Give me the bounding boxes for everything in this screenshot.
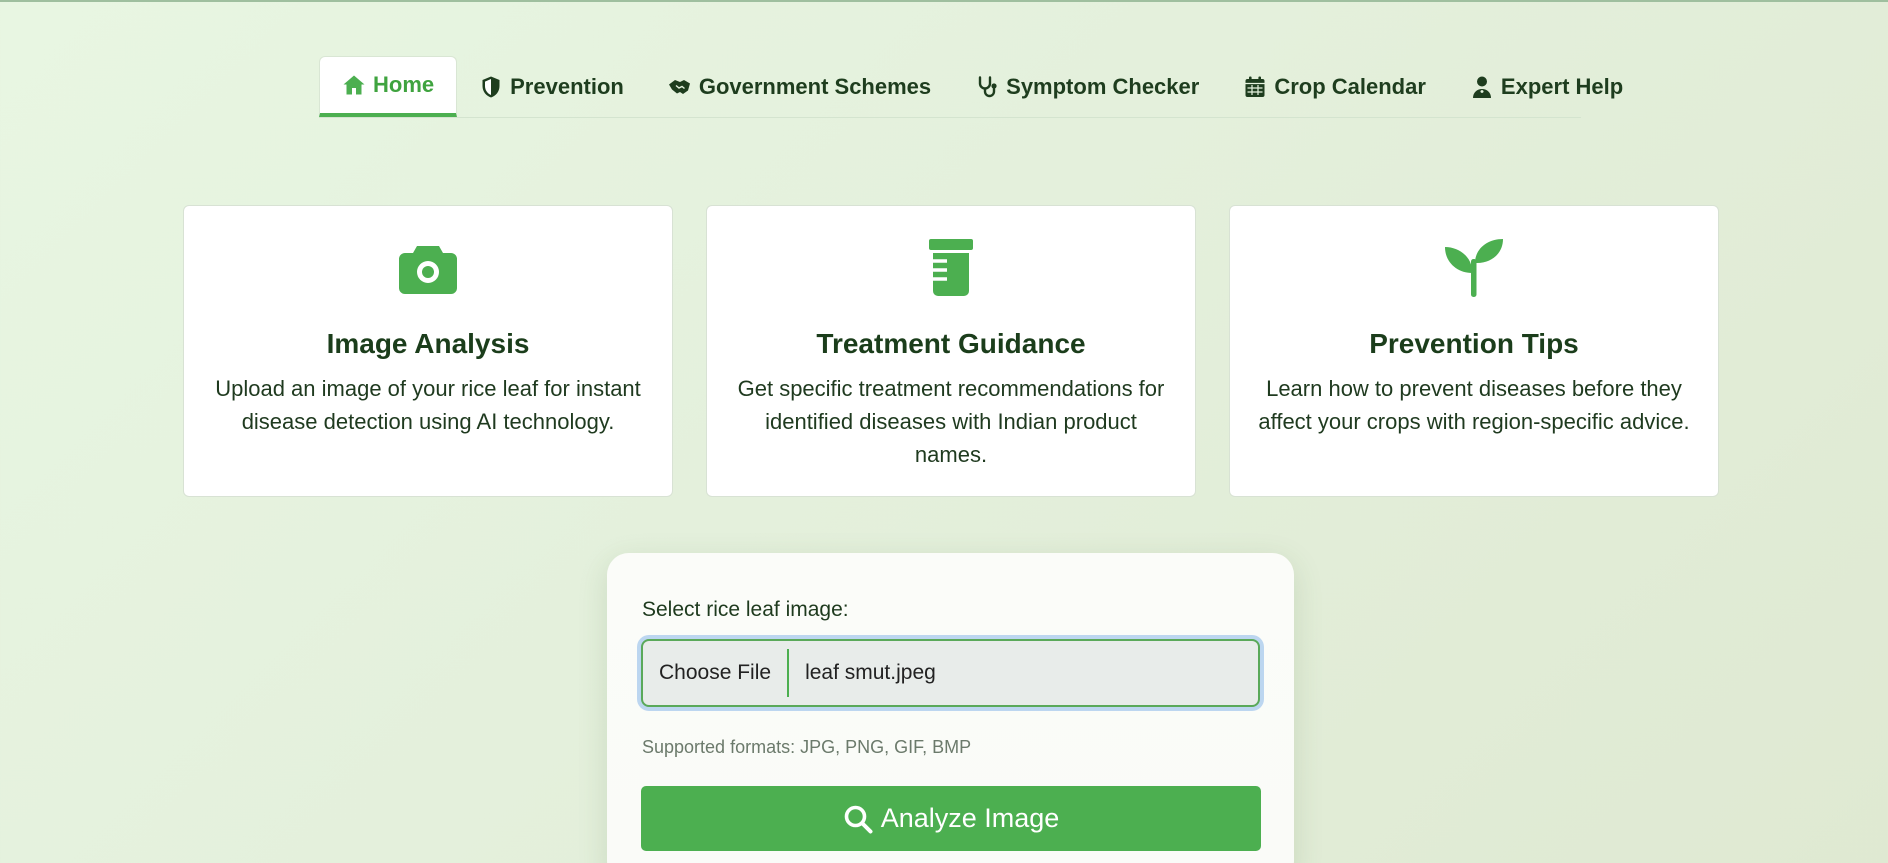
feature-card-prevention-tips: Prevention Tips Learn how to prevent dis… xyxy=(1229,205,1719,497)
search-icon xyxy=(844,805,873,833)
analyze-image-button[interactable]: Analyze Image xyxy=(641,786,1261,851)
prescription-bottle-icon xyxy=(929,239,973,296)
tab-prevention[interactable]: Prevention xyxy=(457,56,646,117)
tab-label: Crop Calendar xyxy=(1274,73,1426,99)
calendar-icon xyxy=(1245,76,1265,97)
tab-label: Government Schemes xyxy=(698,73,932,99)
card-title: Prevention Tips xyxy=(1369,328,1579,359)
tab-label: Prevention xyxy=(510,73,624,99)
tab-crop-calendar[interactable]: Crop Calendar xyxy=(1221,56,1448,117)
feature-card-image-analysis: Image Analysis Upload an image of your r… xyxy=(183,205,673,497)
user-doctor-icon xyxy=(1472,76,1491,98)
supported-formats-hint: Supported formats: JPG, PNG, GIF, BMP xyxy=(642,737,972,757)
tab-government-schemes[interactable]: Government Schemes xyxy=(646,56,953,117)
feature-card-treatment-guidance: Treatment Guidance Get specific treatmen… xyxy=(706,205,1196,497)
card-description: Learn how to prevent diseases before the… xyxy=(1258,376,1690,434)
choose-file-button[interactable]: Choose File xyxy=(643,649,790,697)
file-input-label: Select rice leaf image: xyxy=(642,598,849,621)
shield-icon xyxy=(482,76,500,97)
file-input[interactable]: Choose File leaf smut.jpeg xyxy=(641,639,1260,707)
tab-label: Expert Help xyxy=(1500,73,1624,99)
analyze-button-label: Analyze Image xyxy=(880,803,1060,833)
upload-panel: Select rice leaf image: Choose File leaf… xyxy=(607,553,1294,863)
feature-cards: Image Analysis Upload an image of your r… xyxy=(183,205,1719,497)
tab-expert-help[interactable]: Expert Help xyxy=(1448,56,1645,117)
seedling-icon xyxy=(1445,239,1503,297)
home-icon xyxy=(343,75,365,95)
tab-home[interactable]: Home xyxy=(319,56,458,117)
camera-icon xyxy=(399,246,457,294)
card-description: Upload an image of your rice leaf for in… xyxy=(215,376,641,434)
card-title: Image Analysis xyxy=(326,328,530,359)
tab-label: Home xyxy=(373,72,435,97)
tab-symptom-checker[interactable]: Symptom Checker xyxy=(953,56,1221,117)
main-nav: Home Prevention Government Schemes Sympt… xyxy=(319,56,1623,118)
card-title: Treatment Guidance xyxy=(816,328,1086,359)
tab-label: Symptom Checker xyxy=(1006,73,1200,99)
handshake-icon xyxy=(668,79,690,94)
card-description: Get specific treatment recommendations f… xyxy=(737,376,1165,467)
selected-file-name: leaf smut.jpeg xyxy=(805,661,936,684)
stethoscope-icon xyxy=(978,75,997,97)
